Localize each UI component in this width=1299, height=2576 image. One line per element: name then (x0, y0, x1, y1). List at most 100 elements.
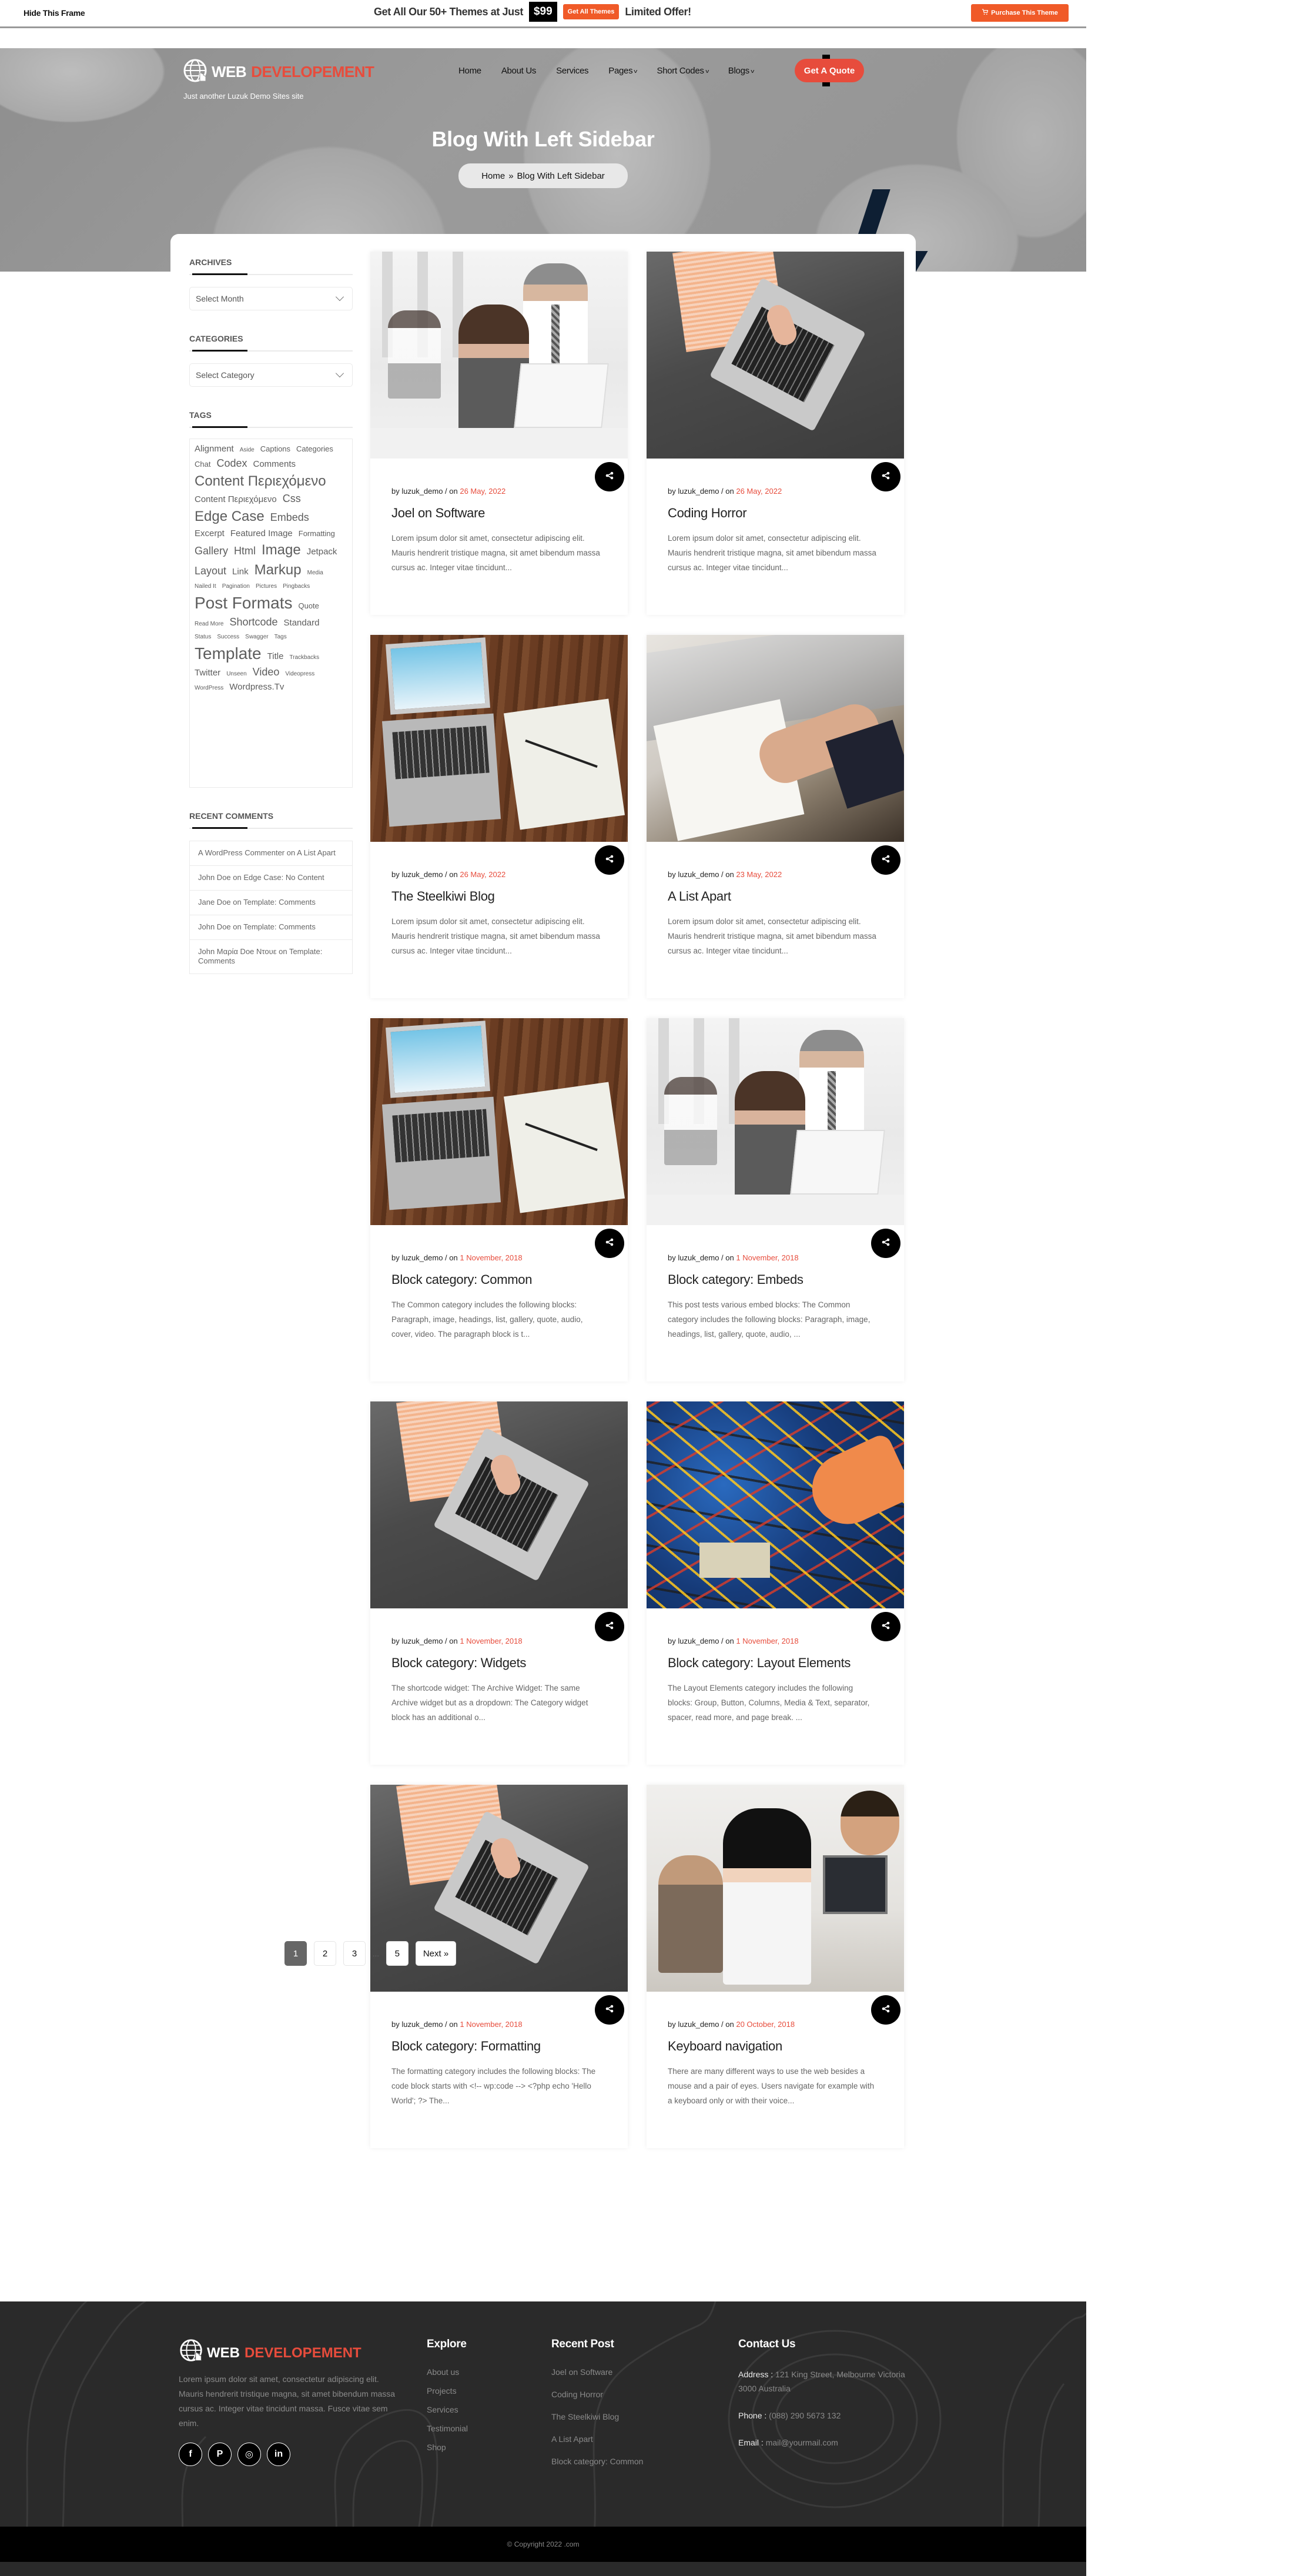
post-date[interactable]: 23 May, 2022 (736, 870, 782, 879)
footer-link-about-us[interactable]: About us (427, 2367, 468, 2377)
tag-link[interactable]: Captions (260, 444, 290, 454)
tag-link[interactable]: Swagger (245, 634, 268, 641)
tag-link[interactable]: Categories (296, 444, 333, 454)
tag-link[interactable]: Chat (195, 460, 210, 469)
post-image[interactable] (647, 635, 904, 842)
tag-link[interactable]: Alignment (195, 444, 234, 454)
tag-link[interactable]: Excerpt (195, 528, 225, 539)
email-link[interactable]: mail@yourmail.com (766, 2438, 838, 2447)
share-button[interactable] (871, 1229, 900, 1258)
footer-recent-link[interactable]: Joel on Software (551, 2367, 643, 2377)
comment-item[interactable]: A WordPress Commenter on A List Apart (190, 841, 352, 866)
post-date[interactable]: 26 May, 2022 (736, 487, 782, 496)
tag-link[interactable]: Standard (284, 618, 320, 628)
tag-link[interactable]: Gallery (195, 545, 228, 558)
instagram-icon[interactable]: ◎ (237, 2443, 261, 2466)
tag-link[interactable]: Pingbacks (283, 583, 310, 590)
tag-link[interactable]: Comments (253, 459, 296, 470)
archives-select[interactable]: Select Month (189, 287, 353, 310)
tag-link[interactable]: Html (234, 545, 256, 558)
post-image[interactable] (647, 252, 904, 459)
comment-item[interactable]: John Μαρία Doe Ντουε on Template: Commen… (190, 940, 352, 974)
get-a-quote-button[interactable]: Get A Quote (795, 55, 864, 86)
post-image[interactable] (370, 1401, 628, 1608)
share-button[interactable] (595, 845, 624, 875)
post-image[interactable] (370, 1018, 628, 1225)
tag-link[interactable]: Content Περιεχόμενο (195, 473, 326, 490)
share-button[interactable] (595, 1612, 624, 1641)
post-image[interactable] (370, 252, 628, 459)
categories-select[interactable]: Select Category (189, 363, 353, 387)
nav-item-about-us[interactable]: About Us (501, 66, 537, 76)
post-title[interactable]: The Steelkiwi Blog (391, 889, 495, 904)
post-date[interactable]: 26 May, 2022 (460, 870, 505, 879)
post-date[interactable]: 1 November, 2018 (736, 1253, 798, 1262)
tag-link[interactable]: Media (307, 570, 323, 577)
share-button[interactable] (595, 462, 624, 491)
tag-link[interactable]: Featured Image (230, 528, 293, 539)
tag-link[interactable]: Title (267, 651, 284, 662)
linkedin-icon[interactable]: in (267, 2443, 290, 2466)
footer-recent-link[interactable]: A List Apart (551, 2434, 643, 2444)
footer-logo[interactable]: WEB DEVELOPEMENT (179, 2338, 361, 2368)
comment-item[interactable]: Jane Doe on Template: Comments (190, 891, 352, 915)
page-1-button[interactable]: 1 (284, 1941, 307, 1966)
footer-link-services[interactable]: Services (427, 2405, 468, 2414)
tag-link[interactable]: Quote (298, 601, 319, 611)
tag-link[interactable]: Read More (195, 621, 223, 628)
page-2-button[interactable]: 2 (314, 1941, 336, 1966)
tag-link[interactable]: Pictures (256, 583, 277, 590)
post-date[interactable]: 1 November, 2018 (460, 2020, 522, 2029)
share-button[interactable] (871, 1995, 900, 2025)
tag-link[interactable]: Video (253, 666, 280, 679)
tag-link[interactable]: Embeds (270, 511, 309, 524)
post-title[interactable]: A List Apart (668, 889, 731, 904)
tag-link[interactable]: Nailed It (195, 583, 216, 590)
site-logo[interactable]: WEB DEVELOPEMENT (182, 58, 374, 86)
footer-recent-link[interactable]: Block category: Common (551, 2457, 643, 2466)
tag-link[interactable]: Shortcode (229, 616, 277, 629)
tag-link[interactable]: Layout (195, 565, 226, 578)
tag-link[interactable]: Status (195, 634, 211, 641)
tag-link[interactable]: Markup (255, 562, 302, 579)
tag-link[interactable]: Formatting (299, 529, 335, 538)
tag-link[interactable]: Post Formats (195, 593, 292, 613)
post-title[interactable]: Block category: Embeds (668, 1272, 803, 1287)
post-title[interactable]: Keyboard navigation (668, 2039, 782, 2054)
tag-link[interactable]: Edge Case (195, 508, 265, 526)
tag-link[interactable]: Link (232, 567, 249, 577)
post-image[interactable] (647, 1018, 904, 1225)
tag-link[interactable]: Image (262, 542, 301, 559)
next-page-button[interactable]: Next » (415, 1941, 457, 1966)
footer-recent-link[interactable]: Coding Horror (551, 2390, 643, 2399)
post-title[interactable]: Block category: Common (391, 1272, 532, 1287)
post-date[interactable]: 20 October, 2018 (736, 2020, 795, 2029)
post-image[interactable] (370, 635, 628, 842)
footer-link-shop[interactable]: Shop (427, 2443, 468, 2452)
tag-link[interactable]: Wordpress.Tv (229, 682, 284, 692)
page-5-button[interactable]: 5 (386, 1941, 409, 1966)
tag-link[interactable]: Css (283, 493, 301, 506)
get-all-themes-button[interactable]: Get All Themes (563, 4, 620, 19)
nav-item-pages[interactable]: Pages v (608, 66, 637, 76)
footer-link-testimonial[interactable]: Testimonial (427, 2424, 468, 2433)
post-title[interactable]: Block category: Widgets (391, 1655, 526, 1671)
page-3-button[interactable]: 3 (343, 1941, 366, 1966)
post-title[interactable]: Block category: Formatting (391, 2039, 541, 2054)
comment-item[interactable]: John Doe on Template: Comments (190, 915, 352, 940)
tag-link[interactable]: Codex (216, 457, 247, 470)
breadcrumb-home[interactable]: Home (481, 171, 505, 181)
pinterest-icon[interactable]: P (208, 2443, 232, 2466)
post-image[interactable] (647, 1401, 904, 1608)
tag-link[interactable]: Unseen (226, 671, 246, 678)
nav-item-short-codes[interactable]: Short Codes v (657, 66, 709, 76)
hide-frame-link[interactable]: Hide This Frame (24, 8, 85, 18)
tag-link[interactable]: Twitter (195, 668, 220, 678)
comment-item[interactable]: John Doe on Edge Case: No Content (190, 866, 352, 891)
footer-link-projects[interactable]: Projects (427, 2386, 468, 2396)
post-title[interactable]: Coding Horror (668, 506, 747, 521)
footer-recent-link[interactable]: The Steelkiwi Blog (551, 2412, 643, 2421)
share-button[interactable] (871, 845, 900, 875)
tag-link[interactable]: WordPress (195, 685, 223, 692)
post-title[interactable]: Block category: Layout Elements (668, 1655, 851, 1671)
